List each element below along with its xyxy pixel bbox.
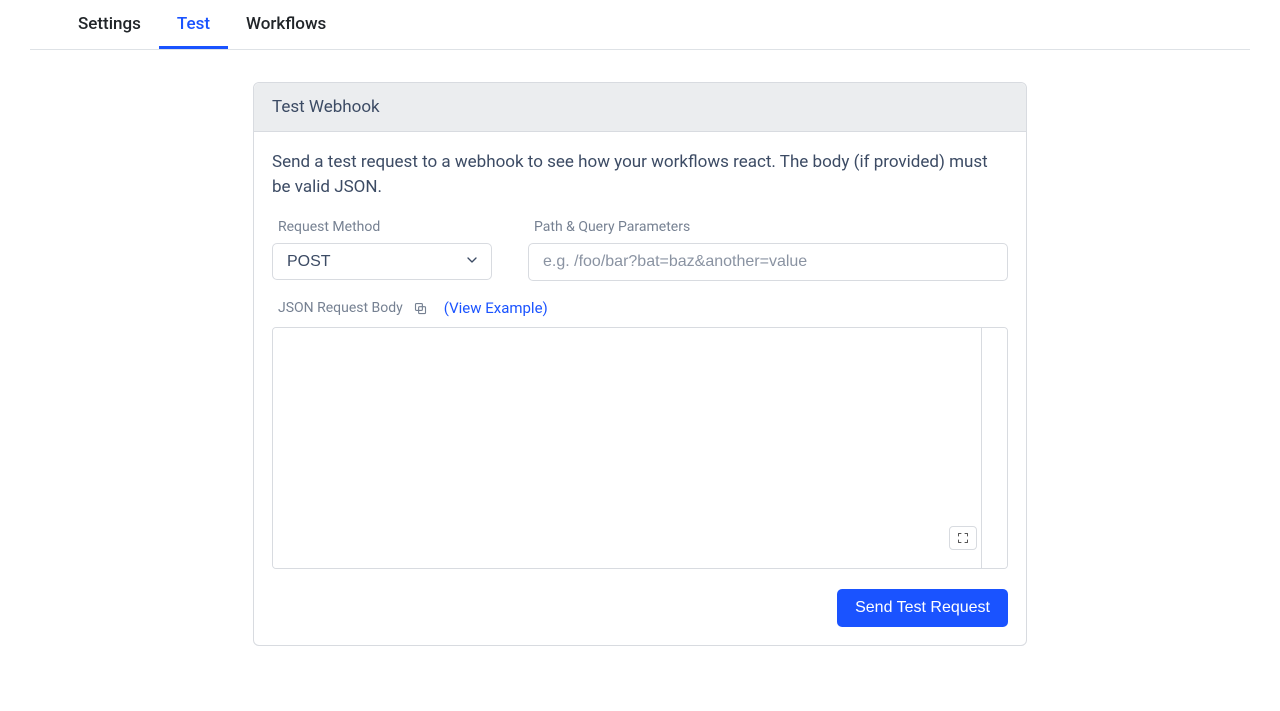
tab-test[interactable]: Test bbox=[159, 0, 228, 49]
view-example-link[interactable]: (View Example) bbox=[444, 299, 548, 317]
request-method-select[interactable]: POST bbox=[272, 243, 492, 280]
method-label: Request Method bbox=[278, 219, 492, 235]
tab-settings[interactable]: Settings bbox=[60, 0, 159, 49]
json-body-container bbox=[272, 327, 1008, 569]
json-body-editor[interactable] bbox=[273, 328, 981, 568]
card-title: Test Webhook bbox=[254, 83, 1026, 132]
tabs: Settings Test Workflows bbox=[30, 0, 1250, 50]
path-label: Path & Query Parameters bbox=[534, 219, 1008, 235]
expand-icon[interactable] bbox=[949, 526, 977, 550]
copy-icon[interactable] bbox=[413, 301, 428, 316]
path-query-input[interactable] bbox=[528, 243, 1008, 281]
test-webhook-card: Test Webhook Send a test request to a we… bbox=[253, 82, 1027, 646]
card-description: Send a test request to a webhook to see … bbox=[272, 150, 1008, 199]
json-body-label: JSON Request Body bbox=[278, 300, 403, 316]
editor-scrollbar-strip bbox=[981, 328, 1007, 568]
send-test-request-button[interactable]: Send Test Request bbox=[837, 589, 1008, 627]
tab-workflows[interactable]: Workflows bbox=[228, 0, 344, 49]
